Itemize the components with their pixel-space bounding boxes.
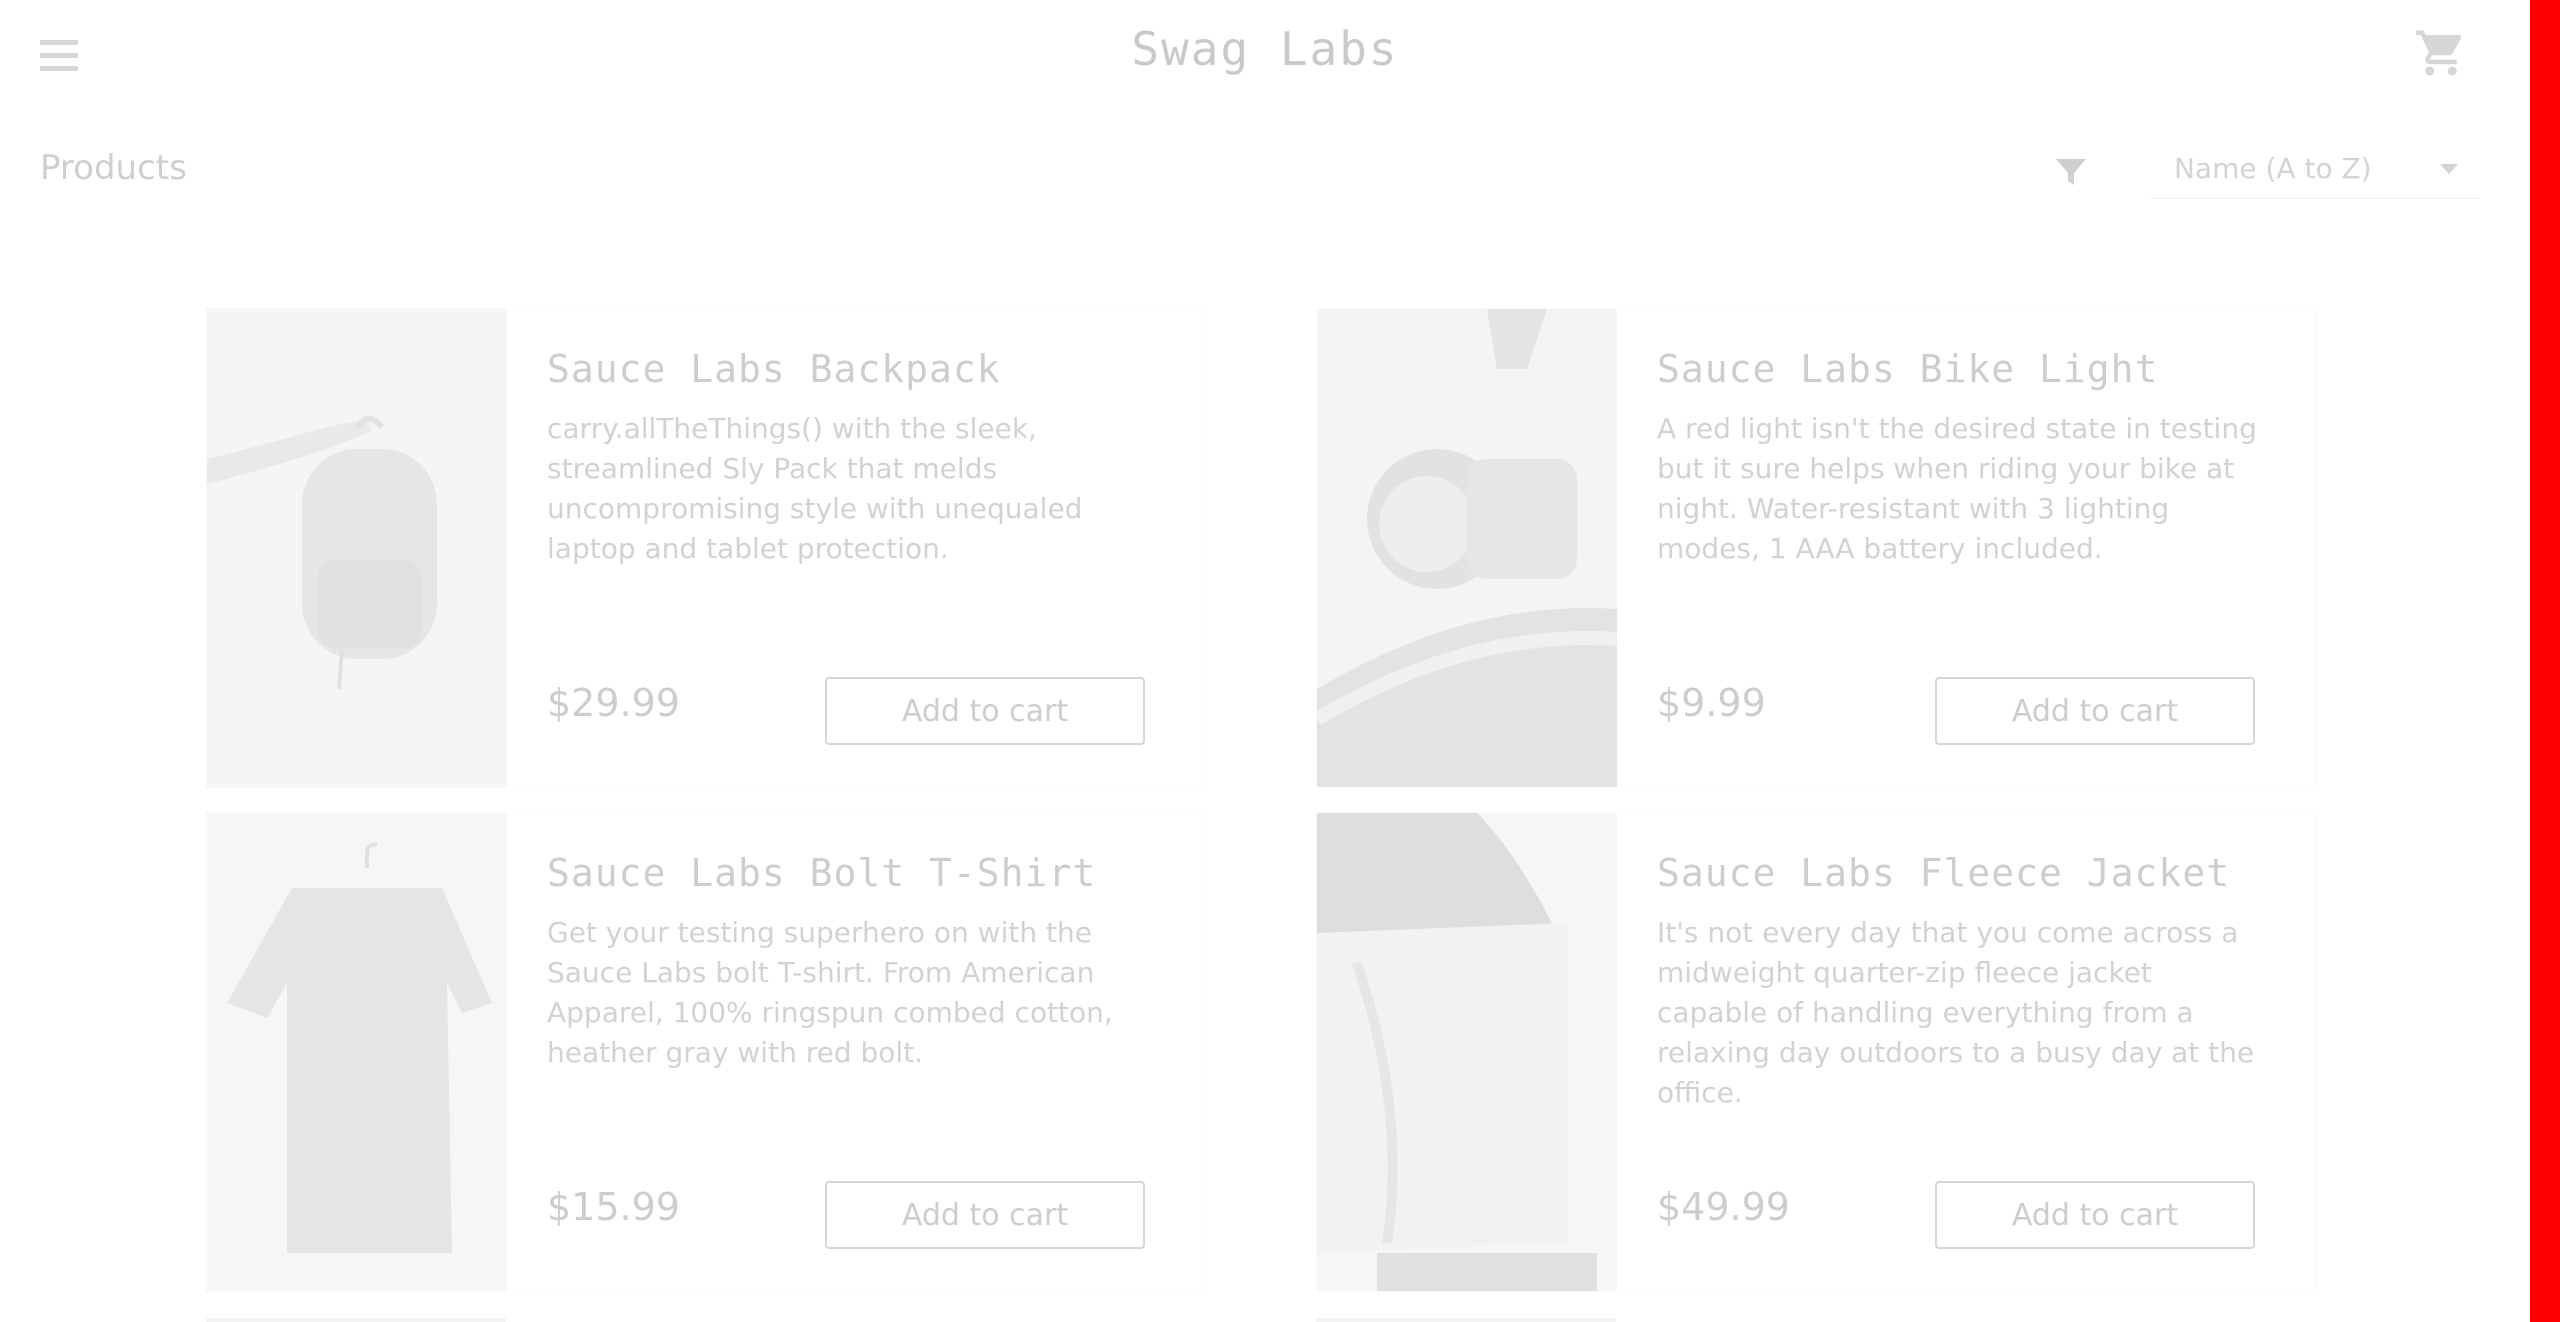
product-name[interactable]: Sauce Labs Fleece Jacket [1657, 851, 2230, 895]
product-description: carry.allTheThings() with the sleek, str… [547, 412, 1083, 565]
next-row-image-edge [1316, 1318, 1616, 1322]
caret-down-icon [2440, 164, 2458, 174]
secondary-header: Products Name (A to Z) [0, 140, 2530, 200]
primary-header: Swag Labs [0, 0, 2530, 112]
product-image-backpack[interactable] [207, 309, 507, 787]
next-row-image-edge [206, 1318, 506, 1322]
add-to-cart-button[interactable]: Add to cart [825, 677, 1145, 745]
product-price: $29.99 [547, 681, 680, 725]
product-name[interactable]: Sauce Labs Bolt T-Shirt [547, 851, 1096, 895]
shopping-cart-icon[interactable] [2414, 26, 2468, 80]
inventory-item: Sauce Labs Backpack carry.allTheThings()… [206, 308, 1206, 788]
product-price: $49.99 [1657, 1185, 1790, 1229]
add-to-cart-button[interactable]: Add to cart [825, 1181, 1145, 1249]
inventory-item: Sauce Labs Bike Light A red light isn't … [1316, 308, 2316, 788]
add-to-cart-button[interactable]: Add to cart [1935, 677, 2255, 745]
sort-dropdown[interactable]: Name (A to Z) [2150, 140, 2480, 199]
product-image-fleece-jacket[interactable] [1317, 813, 1617, 1291]
product-description: Get your testing superhero on with the S… [547, 916, 1113, 1069]
add-to-cart-button[interactable]: Add to cart [1935, 1181, 2255, 1249]
product-name[interactable]: Sauce Labs Backpack [547, 347, 1001, 391]
product-description: It's not every day that you come across … [1657, 916, 2255, 1109]
product-price: $15.99 [547, 1185, 680, 1229]
sort-selected-value: Name (A to Z) [2174, 152, 2372, 185]
app-logo-title: Swag Labs [1131, 22, 1399, 76]
page-title: Products [40, 148, 187, 188]
product-image-bolt-tshirt[interactable] [207, 813, 507, 1291]
product-name[interactable]: Sauce Labs Bike Light [1657, 347, 2158, 391]
right-edge-bar [2530, 0, 2560, 1322]
product-description: A red light isn't the desired state in t… [1657, 412, 2257, 565]
filter-funnel-icon [2054, 156, 2088, 188]
inventory-item: Sauce Labs Fleece Jacket It's not every … [1316, 812, 2316, 1292]
product-price: $9.99 [1657, 681, 1766, 725]
product-image-bike-light[interactable] [1317, 309, 1617, 787]
inventory-page: Swag Labs Products Name (A to Z) Sauce L… [0, 0, 2530, 1322]
inventory-item: Sauce Labs Bolt T-Shirt Get your testing… [206, 812, 1206, 1292]
